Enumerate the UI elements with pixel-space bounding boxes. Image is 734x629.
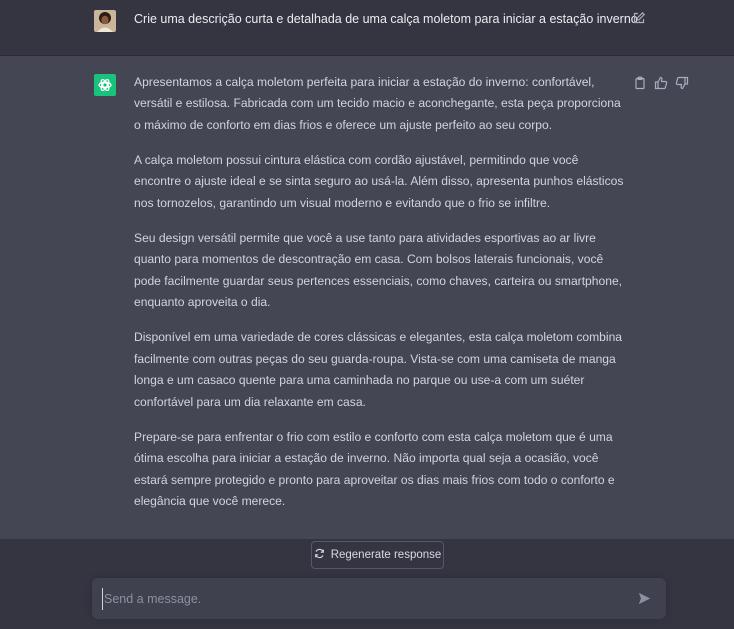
send-icon[interactable] (637, 591, 652, 606)
message-composer (92, 578, 666, 619)
user-avatar (94, 10, 116, 32)
bottom-bar: Regenerate response (0, 539, 734, 629)
regenerate-button[interactable]: Regenerate response (311, 541, 444, 569)
response-paragraph: A calça moletom possui cintura elástica … (134, 153, 624, 210)
assistant-message-row: Apresentamos a calça moletom perfeita pa… (0, 56, 734, 539)
refresh-icon (314, 548, 325, 562)
response-paragraph: Prepare-se para enfrentar o frio com est… (134, 429, 615, 509)
thumbs-down-icon[interactable] (675, 76, 689, 90)
response-paragraph: Seu design versátil permite que você a u… (134, 231, 623, 310)
response-paragraph: Disponível em uma variedade de cores clá… (134, 330, 623, 409)
response-actions (633, 76, 689, 90)
user-message-text: Crie uma descrição curta e detalhada de … (134, 12, 642, 26)
copy-icon[interactable] (633, 76, 647, 90)
response-paragraph: Apresentamos a calça moletom perfeita pa… (134, 75, 621, 132)
message-input[interactable] (102, 588, 626, 610)
regenerate-label: Regenerate response (330, 549, 442, 561)
edit-icon[interactable] (632, 11, 646, 25)
assistant-response: Apresentamos a calça moletom perfeita pa… (134, 72, 626, 526)
openai-logo-icon (94, 74, 116, 96)
user-message-row: Crie uma descrição curta e detalhada de … (0, 0, 734, 56)
thumbs-up-icon[interactable] (654, 76, 668, 90)
